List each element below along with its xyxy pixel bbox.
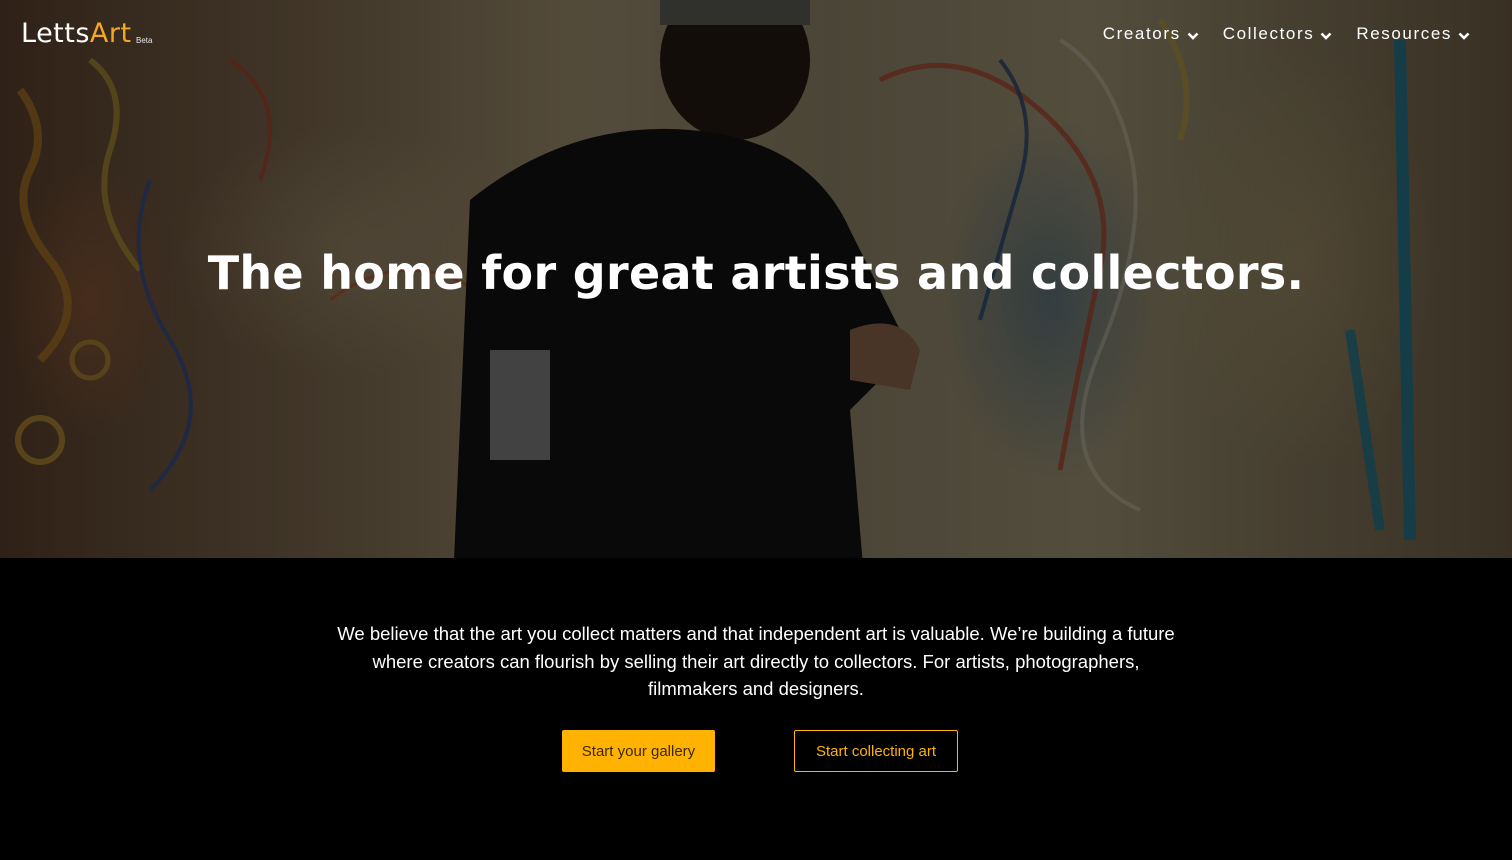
chevron-down-icon — [1187, 32, 1199, 40]
beta-badge: Beta — [136, 36, 153, 45]
top-navigation: LettsArt Beta Creators Collectors Resour… — [0, 0, 1512, 70]
hero-section: LettsArt Beta Creators Collectors Resour… — [0, 0, 1512, 558]
start-collecting-button[interactable]: Start collecting art — [794, 730, 958, 772]
nav-item-creators[interactable]: Creators — [1103, 24, 1199, 44]
nav-item-label: Resources — [1356, 24, 1452, 43]
nav-item-label: Collectors — [1222, 24, 1315, 43]
intro-section: We believe that the art you collect matt… — [0, 558, 1512, 860]
logo-text-letts: Letts — [21, 18, 90, 49]
nav-item-label: Creators — [1102, 24, 1181, 43]
hero-headline: The home for great artists and collector… — [207, 246, 1305, 300]
logo-text-art: Art — [89, 18, 132, 49]
nav-item-collectors[interactable]: Collectors — [1223, 24, 1333, 44]
nav-menu: Creators Collectors Resources — [1103, 24, 1470, 44]
nav-item-resources[interactable]: Resources — [1356, 24, 1470, 44]
start-gallery-button[interactable]: Start your gallery — [562, 730, 715, 772]
chevron-down-icon — [1458, 32, 1470, 40]
mission-statement: We believe that the art you collect matt… — [337, 623, 1175, 699]
brand-logo[interactable]: LettsArt — [21, 18, 132, 49]
chevron-down-icon — [1320, 32, 1332, 40]
